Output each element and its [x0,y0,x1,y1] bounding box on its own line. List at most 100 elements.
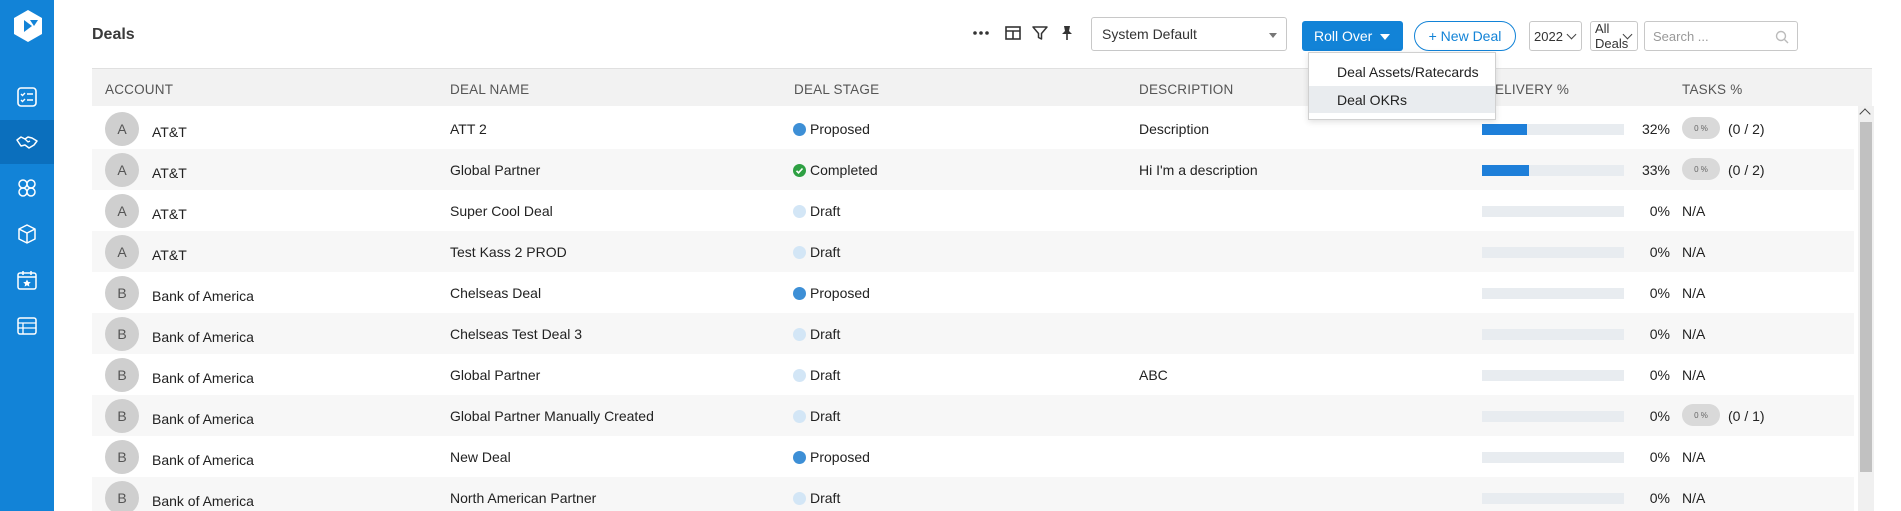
menu-item-deal-okrs[interactable]: Deal OKRs [1309,86,1495,113]
account-name[interactable]: Bank of America [152,411,254,427]
filter-icon[interactable] [1029,22,1051,44]
sidebar-item-inventory[interactable] [0,212,54,256]
deal-stage: Draft [793,367,840,383]
column-header-tasks[interactable]: TASKS % [1682,82,1742,97]
view-select[interactable]: System Default [1091,17,1287,51]
status-dot-icon [793,368,806,382]
table-row[interactable]: A AT&T Super Cool Deal Draft 0% N/A [92,190,1854,231]
deals-filter-select[interactable]: All Deals [1590,21,1638,51]
deal-description: Description [1139,121,1210,137]
check-circle-icon [793,163,806,177]
delivery-progress-bar [1482,452,1624,463]
column-header-description[interactable]: DESCRIPTION [1139,82,1233,97]
account-name[interactable]: Bank of America [152,329,254,345]
deal-name[interactable]: New Deal [450,449,511,465]
table-row[interactable]: B Bank of America Global Partner Draft ABC 0%… [92,354,1854,395]
search-input[interactable] [1645,22,1765,50]
scroll-up-icon[interactable] [1859,108,1871,120]
column-header-deal-name[interactable]: DEAL NAME [450,82,529,97]
year-select[interactable]: 2022 [1529,21,1582,51]
deal-name[interactable]: Global Partner Manually Created [450,408,654,424]
new-deal-button[interactable]: + New Deal [1414,21,1516,51]
account-name[interactable]: AT&T [152,247,187,263]
delivery-progress-bar [1482,493,1624,504]
deal-name[interactable]: ATT 2 [450,121,487,137]
task-count: (0 / 2) [1728,121,1765,137]
table-row[interactable]: A AT&T Global Partner Completed Hi I'm a des… [92,149,1854,190]
deal-stage: Draft [793,203,840,219]
search-icon [1775,30,1789,44]
roll-over-button[interactable]: Roll Over [1302,21,1403,51]
status-dot-icon [793,327,806,341]
search-box [1644,21,1798,51]
deals-table: ACCOUNT DEAL NAME DEAL STAGE DESCRIPTION… [92,68,1872,511]
table-row[interactable]: B Bank of America North American Partner Dr… [92,477,1854,511]
deal-stage-label: Draft [810,367,841,383]
column-header-account[interactable]: ACCOUNT [105,82,173,97]
table-scrollbar[interactable] [1858,106,1874,511]
table-row[interactable]: B Bank of America Chelseas Test Deal 3 Draf… [92,313,1854,354]
deal-name[interactable]: Global Partner [450,367,540,383]
table-row[interactable]: B Bank of America Chelseas Deal Proposed 0% N… [92,272,1854,313]
status-dot-icon [793,450,806,464]
deal-name[interactable]: Test Kass 2 PROD [450,244,567,260]
account-name[interactable]: Bank of America [152,370,254,386]
account-name[interactable]: AT&T [152,165,187,181]
delivery-progress-bar [1482,247,1624,258]
account-name[interactable]: Bank of America [152,452,254,468]
deal-name[interactable]: Chelseas Deal [450,285,541,301]
table-row[interactable]: B Bank of America Global Partner Manually … [92,395,1854,436]
view-select-value: System Default [1102,26,1197,42]
delivery-progress-bar [1482,165,1624,176]
caret-down-icon [1380,34,1390,40]
deal-stage-label: Draft [810,203,841,219]
table-row[interactable]: B Bank of America New Deal Proposed 0% N/A [92,436,1854,477]
sidebar-item-deals[interactable] [0,120,54,164]
deal-name[interactable]: Super Cool Deal [450,203,553,219]
avatar: B [105,317,139,351]
sidebar-item-events[interactable] [0,258,54,302]
deal-stage-label: Proposed [810,449,870,465]
status-dot-icon [793,409,806,423]
caret-down-icon [1269,33,1277,38]
deal-stage-label: Proposed [810,285,870,301]
app-logo-icon[interactable] [10,8,46,44]
columns-icon[interactable] [1002,22,1024,44]
account-name[interactable]: Bank of America [152,288,254,304]
sidebar-item-reports[interactable] [0,304,54,348]
delivery-progress-bar [1482,370,1624,381]
deal-stage: Draft [793,490,840,506]
delivery-percent: 0% [1649,203,1670,219]
chevron-down-icon [1566,29,1577,40]
pin-icon[interactable] [1056,22,1078,44]
task-na: N/A [1682,326,1706,342]
sidebar-item-tasks[interactable] [0,75,54,119]
menu-item-deal-assets[interactable]: Deal Assets/Ratecards [1309,58,1495,85]
account-name[interactable]: AT&T [152,206,187,222]
sidebar-item-accounts[interactable] [0,166,54,210]
deal-stage: Draft [793,244,840,260]
deal-stage: Draft [793,408,840,424]
delivery-percent: 32% [1641,121,1670,137]
handshake-icon [16,136,38,149]
deal-stage-label: Draft [810,408,841,424]
scrollbar-thumb[interactable] [1860,122,1872,472]
table-row[interactable]: A AT&T Test Kass 2 PROD Draft 0% N/A [92,231,1854,272]
task-na: N/A [1682,244,1706,260]
deal-name[interactable]: Global Partner [450,162,540,178]
delivery-percent: 0% [1649,490,1670,506]
column-header-deal-stage[interactable]: DEAL STAGE [794,82,879,97]
column-header-delivery[interactable]: DELIVERY % [1485,82,1569,97]
more-options-icon[interactable] [970,22,992,44]
page-title: Deals [92,26,135,43]
delivery-percent: 0% [1649,285,1670,301]
deal-name[interactable]: Chelseas Test Deal 3 [450,326,582,342]
account-name[interactable]: Bank of America [152,493,254,509]
deal-stage: Proposed [793,121,870,137]
table-row[interactable]: A AT&T ATT 2 Proposed Description 32% 0 % (0 / … [92,108,1854,149]
status-dot-icon [793,286,806,300]
account-name[interactable]: AT&T [152,124,187,140]
deal-stage-label: Draft [810,490,841,506]
delivery-percent: 0% [1649,244,1670,260]
deal-name[interactable]: North American Partner [450,490,596,506]
